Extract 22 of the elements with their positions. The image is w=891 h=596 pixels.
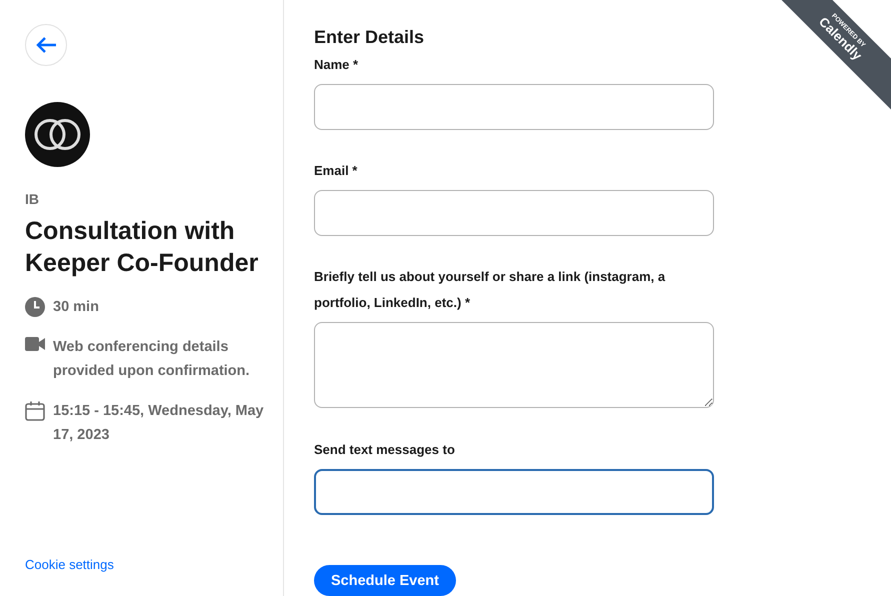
- video-camera-icon: [25, 337, 45, 351]
- field-label: Email *: [314, 162, 358, 180]
- field-label: Name *: [314, 56, 360, 74]
- calendar-icon: [25, 401, 45, 421]
- input-field[interactable]: [314, 84, 714, 130]
- back-arrow-icon: [35, 36, 57, 54]
- field-label: Send text messages to: [314, 441, 456, 459]
- event-detail: Web conferencing details provided upon confirmation.: [53, 338, 251, 381]
- form-heading: Enter Details: [314, 27, 426, 48]
- input-field[interactable]: [314, 190, 714, 236]
- input-field[interactable]: [314, 469, 714, 515]
- logo-icon: [25, 102, 90, 167]
- schedule-event-button[interactable]: Schedule Event: [314, 565, 456, 596]
- back-button[interactable]: [25, 24, 67, 66]
- clock-icon: [25, 297, 45, 317]
- organizer-name: IB: [25, 191, 40, 207]
- text-area[interactable]: [314, 322, 714, 408]
- event-title: Consultation with Keeper Co-Founder: [25, 216, 260, 279]
- event-detail: 15:15 - 15:45, Wednesday, May 17, 2023: [53, 402, 265, 445]
- cookie-settings-link[interactable]: Cookie settings: [25, 557, 283, 572]
- event-detail: 30 min: [53, 298, 100, 317]
- field-label: Briefly tell us about yourself or share a link (instagram, a portfolio, LinkedIn, etc.) *: [314, 268, 666, 312]
